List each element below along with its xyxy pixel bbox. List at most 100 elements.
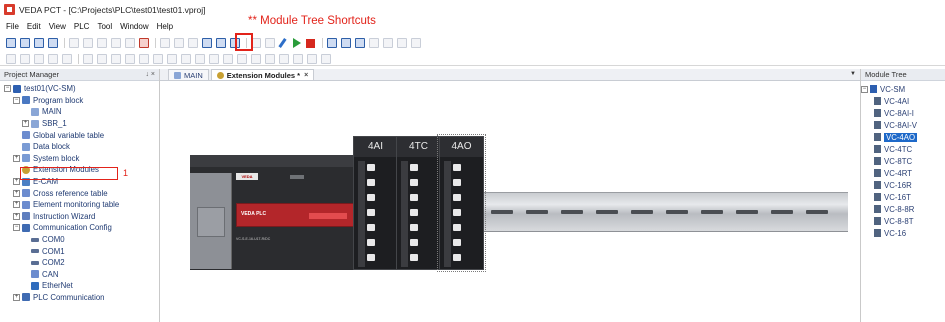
expand-icon[interactable]: + [13, 201, 20, 209]
menu-plc[interactable]: PLC [74, 22, 90, 31]
tree-item-instruction-wizard[interactable]: + Instruction Wizard [0, 211, 159, 223]
tree-item-global-variable-table[interactable]: Global variable table [0, 129, 159, 141]
delete-row-icon[interactable] [181, 53, 191, 64]
unforce-icon[interactable] [397, 38, 407, 48]
module-tree-item-vc-4ai[interactable]: VC-4AI [861, 95, 945, 107]
tree-item-program-block[interactable]: − Program block [0, 95, 159, 107]
download-icon[interactable] [341, 38, 351, 48]
tree-item-element-monitoring-table[interactable]: + Element monitoring table [0, 199, 159, 211]
collapse-icon[interactable]: − [13, 96, 20, 104]
coil-icon[interactable] [83, 53, 93, 64]
edit-pen-icon[interactable] [279, 38, 289, 48]
tree-item-main[interactable]: MAIN [0, 106, 159, 118]
print-icon[interactable] [48, 38, 58, 48]
module-tree-item-vc-8-8t[interactable]: VC-8-8T [861, 215, 945, 227]
tree-item-com0[interactable]: COM0 [0, 234, 159, 246]
collapse-icon[interactable]: − [861, 85, 868, 93]
contact-nc-icon[interactable] [20, 53, 30, 64]
collapse-icon[interactable]: − [4, 85, 11, 93]
expand-icon[interactable]: + [13, 212, 20, 220]
find-icon[interactable] [160, 38, 170, 48]
module-tree-root[interactable]: − VC-SM [861, 83, 945, 95]
module-tree-item-vc-16[interactable]: VC-16 [861, 227, 945, 239]
down-arrow-icon[interactable] [62, 53, 72, 64]
menu-tool[interactable]: Tool [97, 22, 112, 31]
tab-main[interactable]: MAIN [168, 69, 209, 80]
add-icon[interactable] [48, 53, 58, 64]
contact-no-icon[interactable] [6, 53, 16, 64]
copy-icon[interactable] [83, 38, 93, 48]
monitor-icon[interactable] [355, 38, 365, 48]
zoom-in-icon[interactable] [251, 53, 261, 64]
plc-cpu-unit[interactable]: VEDA VEDA PLC VC-S-E-16-U1T-R/DC [190, 155, 365, 270]
collapse-icon[interactable]: − [13, 224, 20, 232]
redo-icon[interactable] [125, 38, 135, 48]
cut-icon[interactable] [69, 38, 79, 48]
replace-icon[interactable] [174, 38, 184, 48]
stop-icon[interactable] [306, 38, 315, 48]
delete-icon[interactable] [139, 38, 149, 48]
tree-item-cross-reference-table[interactable]: + Cross reference table [0, 187, 159, 199]
tab-extension-modules[interactable]: Extension Modules * × [210, 69, 315, 80]
expand-icon[interactable]: + [13, 189, 20, 197]
tree-item-data-block[interactable]: Data block [0, 141, 159, 153]
save-icon[interactable] [34, 38, 44, 48]
module-tree-item-vc-8tc[interactable]: VC-8TC [861, 155, 945, 167]
expand-icon[interactable]: + [22, 120, 29, 128]
module-tree-item-vc-8-8r[interactable]: VC-8-8R [861, 203, 945, 215]
comment-icon[interactable] [237, 53, 247, 64]
tree-item-communication-config[interactable]: − Communication Config [0, 222, 159, 234]
module-4tc[interactable]: 4TC [396, 136, 441, 270]
menu-window[interactable]: Window [120, 22, 148, 31]
menu-edit[interactable]: Edit [27, 22, 41, 31]
tree-item-sbr-1[interactable]: + SBR_1 [0, 118, 159, 130]
add-branch-icon[interactable] [34, 53, 44, 64]
bookmark-icon[interactable] [307, 53, 317, 64]
undo-icon[interactable] [111, 38, 121, 48]
symbol-icon[interactable] [279, 53, 289, 64]
module-tree-item-vc-8ai-i[interactable]: VC-8AI-I [861, 107, 945, 119]
menu-view[interactable]: View [49, 22, 66, 31]
line-h-icon[interactable] [111, 53, 121, 64]
expand-icon[interactable]: + [13, 293, 20, 301]
module-4ao[interactable]: 4AO [437, 134, 486, 272]
menu-file[interactable]: File [6, 22, 19, 31]
tab-dropdown-icon[interactable]: ▼ [850, 71, 856, 77]
open-file-icon[interactable] [20, 38, 30, 48]
zoom-out-icon[interactable] [265, 53, 275, 64]
arrow-down-icon[interactable] [153, 53, 163, 64]
tree-item-ethernet[interactable]: EtherNet [0, 280, 159, 292]
module-tree-item-vc-8ai-v[interactable]: VC-8AI-V [861, 119, 945, 131]
tree-item-test01-vc-sm[interactable]: − test01(VC-SM) [0, 83, 159, 95]
module-tree-item-vc-16t[interactable]: VC-16T [861, 191, 945, 203]
module-4ai[interactable]: 4AI [353, 136, 398, 270]
menu-help[interactable]: Help [157, 22, 173, 31]
list-icon[interactable] [411, 38, 421, 48]
module-tree-item-vc-4tc[interactable]: VC-4TC [861, 143, 945, 155]
project-manager-shortcut-icon[interactable] [202, 38, 212, 48]
close-tab-icon[interactable]: × [304, 72, 308, 79]
module-tree-item-vc-16r[interactable]: VC-16R [861, 179, 945, 191]
module-tree-item-vc-4rt[interactable]: VC-4RT [861, 167, 945, 179]
expand-icon[interactable]: + [13, 154, 20, 162]
tree-item-com1[interactable]: COM1 [0, 245, 159, 257]
monitor-pause-icon[interactable] [369, 38, 379, 48]
expand-icon[interactable]: + [13, 178, 20, 186]
tree-item-com2[interactable]: COM2 [0, 257, 159, 269]
pin-close-icon[interactable]: ↓ × [145, 71, 155, 78]
new-file-icon[interactable] [6, 38, 16, 48]
tree-item-can[interactable]: CAN [0, 269, 159, 281]
module-tree-shortcut-icon[interactable] [216, 38, 226, 48]
compile-all-icon[interactable] [265, 38, 275, 48]
paste-icon[interactable] [97, 38, 107, 48]
delete-column-icon[interactable] [209, 53, 219, 64]
tree-item-system-block[interactable]: + System block [0, 153, 159, 165]
info-icon[interactable] [321, 53, 331, 64]
force-icon[interactable] [383, 38, 393, 48]
tree-item-plc-communication[interactable]: + PLC Communication [0, 292, 159, 304]
address-icon[interactable] [293, 53, 303, 64]
insert-column-icon[interactable] [195, 53, 205, 64]
close-window-icon[interactable] [188, 38, 198, 48]
upload-icon[interactable] [327, 38, 337, 48]
insert-row-icon[interactable] [167, 53, 177, 64]
